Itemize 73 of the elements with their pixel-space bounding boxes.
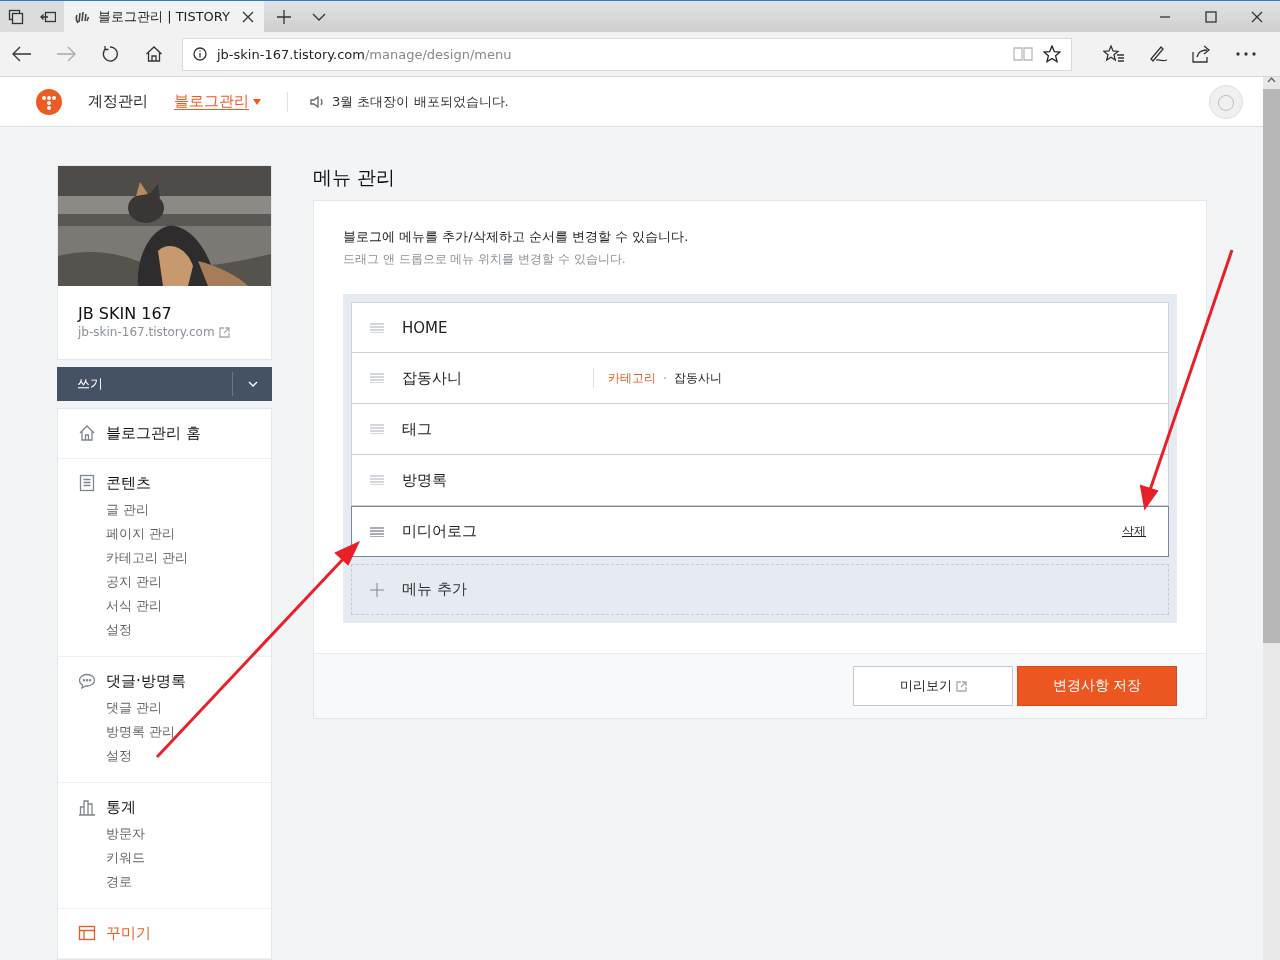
- sidebar-section-link[interactable]: 블로그관리 홈: [78, 422, 251, 444]
- sidebar-item[interactable]: 설정: [106, 748, 132, 763]
- tistory-logo[interactable]: [36, 88, 62, 115]
- menu-row[interactable]: 잡동사니 카테고리 잡동사니: [351, 353, 1169, 404]
- sidebar-item[interactable]: 방명록 관리: [106, 724, 176, 739]
- sidebar-section-link[interactable]: 댓글·방명록: [78, 670, 251, 692]
- info-icon: [193, 47, 207, 61]
- external-link-icon: [955, 680, 967, 692]
- sidebar-item[interactable]: 페이지 관리: [106, 526, 176, 541]
- forward-arrow-icon: [56, 46, 76, 62]
- star-icon[interactable]: [1043, 45, 1061, 63]
- scroll-up-icon[interactable]: [1267, 77, 1276, 83]
- sidebar-item[interactable]: 키워드: [106, 850, 145, 865]
- notice-text[interactable]: 3월 초대장이 배포되었습니다.: [332, 92, 509, 111]
- sidebar-item[interactable]: 경로: [106, 874, 132, 889]
- sidebar-item[interactable]: 방문자: [106, 826, 145, 841]
- close-icon: [1251, 10, 1263, 23]
- layout-icon: [78, 924, 96, 942]
- menu-row[interactable]: 태그: [351, 404, 1169, 455]
- sidebar-item[interactable]: 서식 관리: [106, 598, 163, 613]
- preview-button[interactable]: 미리보기: [853, 666, 1013, 706]
- close-icon[interactable]: [242, 10, 254, 23]
- sidebar-section-link[interactable]: 통계: [78, 796, 251, 818]
- home-icon: [78, 424, 96, 442]
- sidebar-item[interactable]: 글 관리: [106, 502, 150, 517]
- sidebar-section-link[interactable]: 콘텐츠: [78, 472, 251, 494]
- back-arrow-icon: [12, 46, 32, 62]
- browser-tab[interactable]: 블로그관리 | TISTORY: [64, 1, 264, 32]
- drag-handle-icon[interactable]: [370, 424, 384, 434]
- description-text: 블로그에 메뉴를 추가/삭제하고 순서를 변경할 수 있습니다.: [343, 228, 690, 246]
- drag-handle-icon[interactable]: [370, 373, 384, 383]
- add-menu-button[interactable]: 메뉴 추가: [351, 564, 1169, 615]
- menu-type-label: 카테고리: [608, 369, 656, 387]
- chevron-down-icon[interactable]: [247, 381, 258, 387]
- bar-chart-icon: [78, 798, 96, 816]
- speech-bubble-icon: [78, 672, 96, 690]
- drag-handle-icon[interactable]: [370, 526, 384, 537]
- pen-icon: [1148, 45, 1168, 63]
- blog-name: JB SKIN 167: [76, 303, 173, 325]
- dropdown-caret-icon: [253, 98, 261, 105]
- url-text: jb-skin-167.tistory.com/manage/design/menu: [217, 46, 513, 62]
- drag-handle-icon[interactable]: [370, 322, 384, 333]
- plus-icon: [277, 9, 291, 24]
- tabs-icon: [8, 8, 24, 25]
- delete-link[interactable]: 삭제: [1122, 523, 1146, 540]
- save-button[interactable]: 변경사항 저장: [1017, 666, 1177, 706]
- sidebar-item[interactable]: 카테고리 관리: [106, 550, 189, 565]
- share-icon: [1192, 45, 1212, 63]
- maximize-icon: [1205, 10, 1217, 23]
- hint-text: 드래그 앤 드롭으로 메뉴 위치를 변경할 수 있습니다.: [343, 251, 627, 268]
- page-title: 메뉴 관리: [313, 165, 397, 187]
- sidebar-item[interactable]: 댓글 관리: [106, 700, 163, 715]
- sidebar-item[interactable]: 공지 관리: [106, 574, 163, 589]
- write-button[interactable]: 쓰기: [57, 367, 272, 401]
- refresh-icon: [101, 45, 119, 63]
- drag-handle-icon[interactable]: [370, 475, 384, 485]
- address-bar[interactable]: jb-skin-167.tistory.com/manage/design/menu: [182, 37, 1072, 71]
- scrollbar[interactable]: [1263, 77, 1280, 960]
- menu-row[interactable]: HOME: [351, 302, 1169, 353]
- sidebar-item[interactable]: 설정: [106, 622, 132, 637]
- header-nav-link[interactable]: 계정관리: [88, 92, 148, 111]
- document-icon: [78, 474, 96, 492]
- plus-icon: [370, 582, 384, 597]
- favorites-icon: [1103, 45, 1125, 63]
- set-aside-tabs-button[interactable]: [32, 1, 64, 32]
- speaker-icon: [310, 94, 326, 109]
- menu-target-label: 잡동사니: [674, 369, 722, 387]
- chevron-down-icon: [312, 12, 326, 21]
- tab-preview-button[interactable]: [0, 1, 32, 32]
- menu-row[interactable]: 방명록: [351, 455, 1169, 506]
- menu-row[interactable]: 미디어로그 삭제: [351, 506, 1169, 557]
- home-icon: [145, 45, 163, 63]
- more-icon: [1236, 52, 1256, 56]
